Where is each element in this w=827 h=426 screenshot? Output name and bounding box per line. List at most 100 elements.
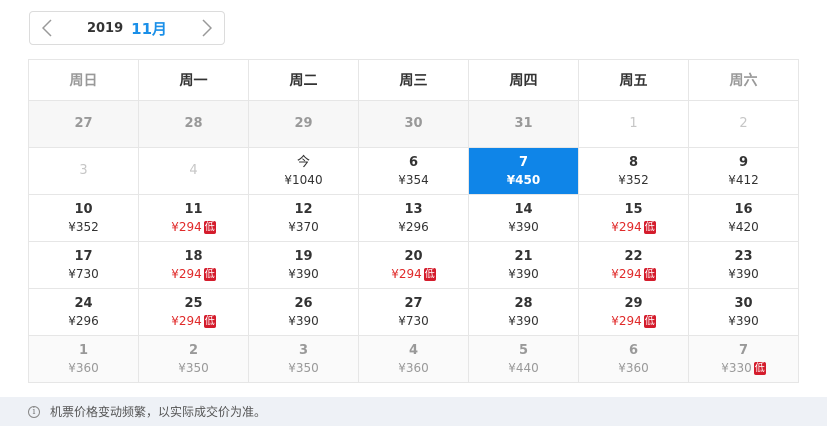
calendar-day-cell: 28 [138,100,249,148]
day-number: 4 [408,342,419,358]
calendar-day-cell[interactable]: 6 ¥354 [358,147,469,195]
weekday-header: 周五 [578,59,689,101]
weekday-header: 周四 [468,59,579,101]
calendar-day-cell[interactable]: 19 ¥390 [248,241,359,289]
lowest-price-badge: 低 [753,361,766,375]
day-number: 25 [184,295,203,311]
price-value: ¥390 [288,313,319,328]
calendar-day-cell[interactable]: 21 ¥390 [468,241,579,289]
price-value: ¥360 [618,360,649,375]
lowest-price-badge: 低 [203,314,216,328]
day-number: 30 [734,295,753,311]
calendar-day-cell[interactable]: 30 ¥390 [688,288,799,336]
price-value: ¥352 [618,172,649,187]
calendar-day-cell[interactable]: 9 ¥412 [688,147,799,195]
day-price: ¥412 [689,172,798,188]
day-price: ¥360 [29,360,138,376]
calendar-week-row: 1 ¥360 2 ¥350 3 ¥350 4 ¥360 5 ¥440 6 ¥360 7 ¥330 低 [28,335,799,383]
day-price: ¥1040 [249,172,358,188]
day-price: ¥296 [29,313,138,329]
price-value: ¥350 [178,360,209,375]
calendar-day-cell[interactable]: 18 ¥294 低 [138,241,249,289]
calendar-day-cell[interactable]: 27 ¥730 [358,288,469,336]
day-number: 7 [738,342,749,358]
calendar-day-cell[interactable]: 23 ¥390 [688,241,799,289]
calendar-week-row: 27 28 29 30 31 1 2 [28,100,799,148]
day-number: 12 [294,201,313,217]
price-value: ¥390 [728,266,759,281]
weekday-header: 周六 [688,59,799,101]
calendar-day-cell[interactable]: 8 ¥352 [578,147,689,195]
day-price: ¥730 [359,313,468,329]
calendar-day-cell[interactable]: 7 ¥330 低 [688,335,799,383]
day-price: ¥294 低 [139,266,248,282]
calendar-day-cell[interactable]: 16 ¥420 [688,194,799,242]
lowest-price-badge: 低 [643,267,656,281]
calendar-day-cell[interactable]: 今 ¥1040 [248,147,359,195]
price-value: ¥412 [728,172,759,187]
calendar-week-row: 3 4 今 ¥1040 6 ¥354 7 ¥450 8 ¥352 9 ¥412 [28,147,799,195]
day-number: 16 [734,201,753,217]
calendar-day-cell: 31 [468,100,579,148]
calendar-day-cell[interactable]: 22 ¥294 低 [578,241,689,289]
calendar-day-cell[interactable]: 3 ¥350 [248,335,359,383]
price-value: ¥296 [398,219,429,234]
calendar-day-cell[interactable]: 10 ¥352 [28,194,139,242]
day-number: 24 [74,295,93,311]
calendar-day-cell[interactable]: 1 ¥360 [28,335,139,383]
day-number: 7 [518,154,529,170]
chevron-right-icon [202,19,212,37]
price-value: ¥352 [68,219,99,234]
next-month-button[interactable] [192,12,222,44]
calendar-day-cell[interactable]: 7 ¥450 [468,147,579,195]
calendar-day-cell[interactable]: 2 ¥350 [138,335,249,383]
day-number: 17 [74,248,93,264]
day-number: 6 [408,154,419,170]
month-name-label: 11月 [131,19,168,38]
calendar-week-row: 17 ¥730 18 ¥294 低 19 ¥390 20 ¥294 低 21 ¥390 22 ¥294 低 2… [28,241,799,289]
day-price: ¥294 低 [139,219,248,235]
day-number: 13 [404,201,423,217]
day-number: 1 [629,116,638,131]
calendar-day-cell[interactable]: 25 ¥294 低 [138,288,249,336]
lowest-price-badge: 低 [643,314,656,328]
day-price: ¥294 低 [359,266,468,282]
day-number: 5 [518,342,529,358]
calendar-day-cell[interactable]: 13 ¥296 [358,194,469,242]
calendar-day-cell[interactable]: 28 ¥390 [468,288,579,336]
price-value: ¥294 [171,313,202,328]
day-price: ¥352 [579,172,688,188]
day-price: ¥296 [359,219,468,235]
day-number: 9 [738,154,749,170]
price-value: ¥294 [391,266,422,281]
calendar-day-cell[interactable]: 15 ¥294 低 [578,194,689,242]
calendar-day-cell: 1 [578,100,689,148]
price-value: ¥296 [68,313,99,328]
day-number: 23 [734,248,753,264]
weekday-header-row: 周日 周一 周二 周三 周四 周五 周六 [28,59,799,101]
day-number: 28 [184,116,203,131]
calendar-day-cell[interactable]: 12 ¥370 [248,194,359,242]
day-number: 21 [514,248,533,264]
calendar-day-cell[interactable]: 17 ¥730 [28,241,139,289]
day-price: ¥350 [139,360,248,376]
weekday-header: 周日 [28,59,139,101]
calendar-day-cell[interactable]: 29 ¥294 低 [578,288,689,336]
day-price: ¥450 [469,172,578,188]
calendar-day-cell[interactable]: 11 ¥294 低 [138,194,249,242]
day-price: ¥390 [249,313,358,329]
day-number: 4 [189,163,198,178]
price-value: ¥360 [398,360,429,375]
calendar-day-cell[interactable]: 6 ¥360 [578,335,689,383]
day-price: ¥730 [29,266,138,282]
calendar-week-row: 24 ¥296 25 ¥294 低 26 ¥390 27 ¥730 28 ¥390 29 ¥294 低 30… [28,288,799,336]
calendar-day-cell[interactable]: 20 ¥294 低 [358,241,469,289]
calendar-day-cell[interactable]: 5 ¥440 [468,335,579,383]
day-price: ¥294 低 [579,219,688,235]
day-number: 11 [184,201,203,217]
calendar-day-cell[interactable]: 24 ¥296 [28,288,139,336]
notice-text: 机票价格变动频繁，以实际成交价为准。 [50,405,267,419]
calendar-day-cell[interactable]: 14 ¥390 [468,194,579,242]
calendar-day-cell[interactable]: 4 ¥360 [358,335,469,383]
calendar-day-cell[interactable]: 26 ¥390 [248,288,359,336]
